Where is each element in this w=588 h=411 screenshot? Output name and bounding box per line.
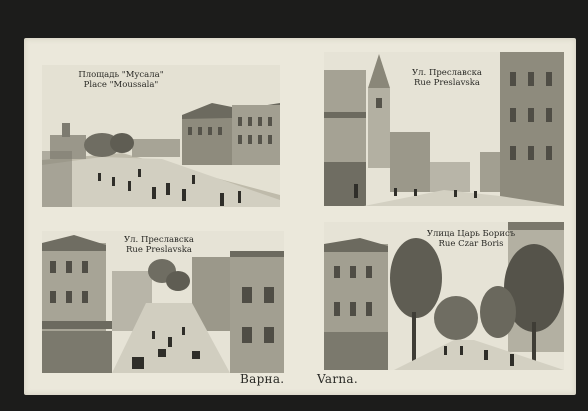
caption-rue-preslavska-1: Ул. Преславска Rue Preslavska [402,68,492,88]
caption-bulgarian: Ул. Преславска [412,68,482,78]
postcard: Площадь "Мусала" Place "Moussala" Ул. Пр… [24,38,576,395]
footer-varna-french: Varna. [317,372,358,386]
caption-bulgarian: Площадь "Мусала" [78,70,164,80]
caption-french: Rue Preslavska [414,78,480,88]
caption-french: Rue Preslavska [126,245,192,255]
caption-bulgarian: Улица Царь Борисъ [426,229,516,239]
caption-rue-czar-boris: Улица Царь Борисъ Rue Czar Boris [424,229,518,249]
caption-french: Rue Czar Boris [438,239,504,249]
footer-varna-bulgarian: Варна. [240,372,285,386]
caption-french: Place "Moussala" [83,80,159,90]
caption-place-moussala: Площадь "Мусала" Place "Moussala" [68,70,174,90]
caption-rue-preslavska-2: Ул. Преславска Rue Preslavska [114,235,204,255]
caption-bulgarian: Ул. Преславска [124,235,194,245]
